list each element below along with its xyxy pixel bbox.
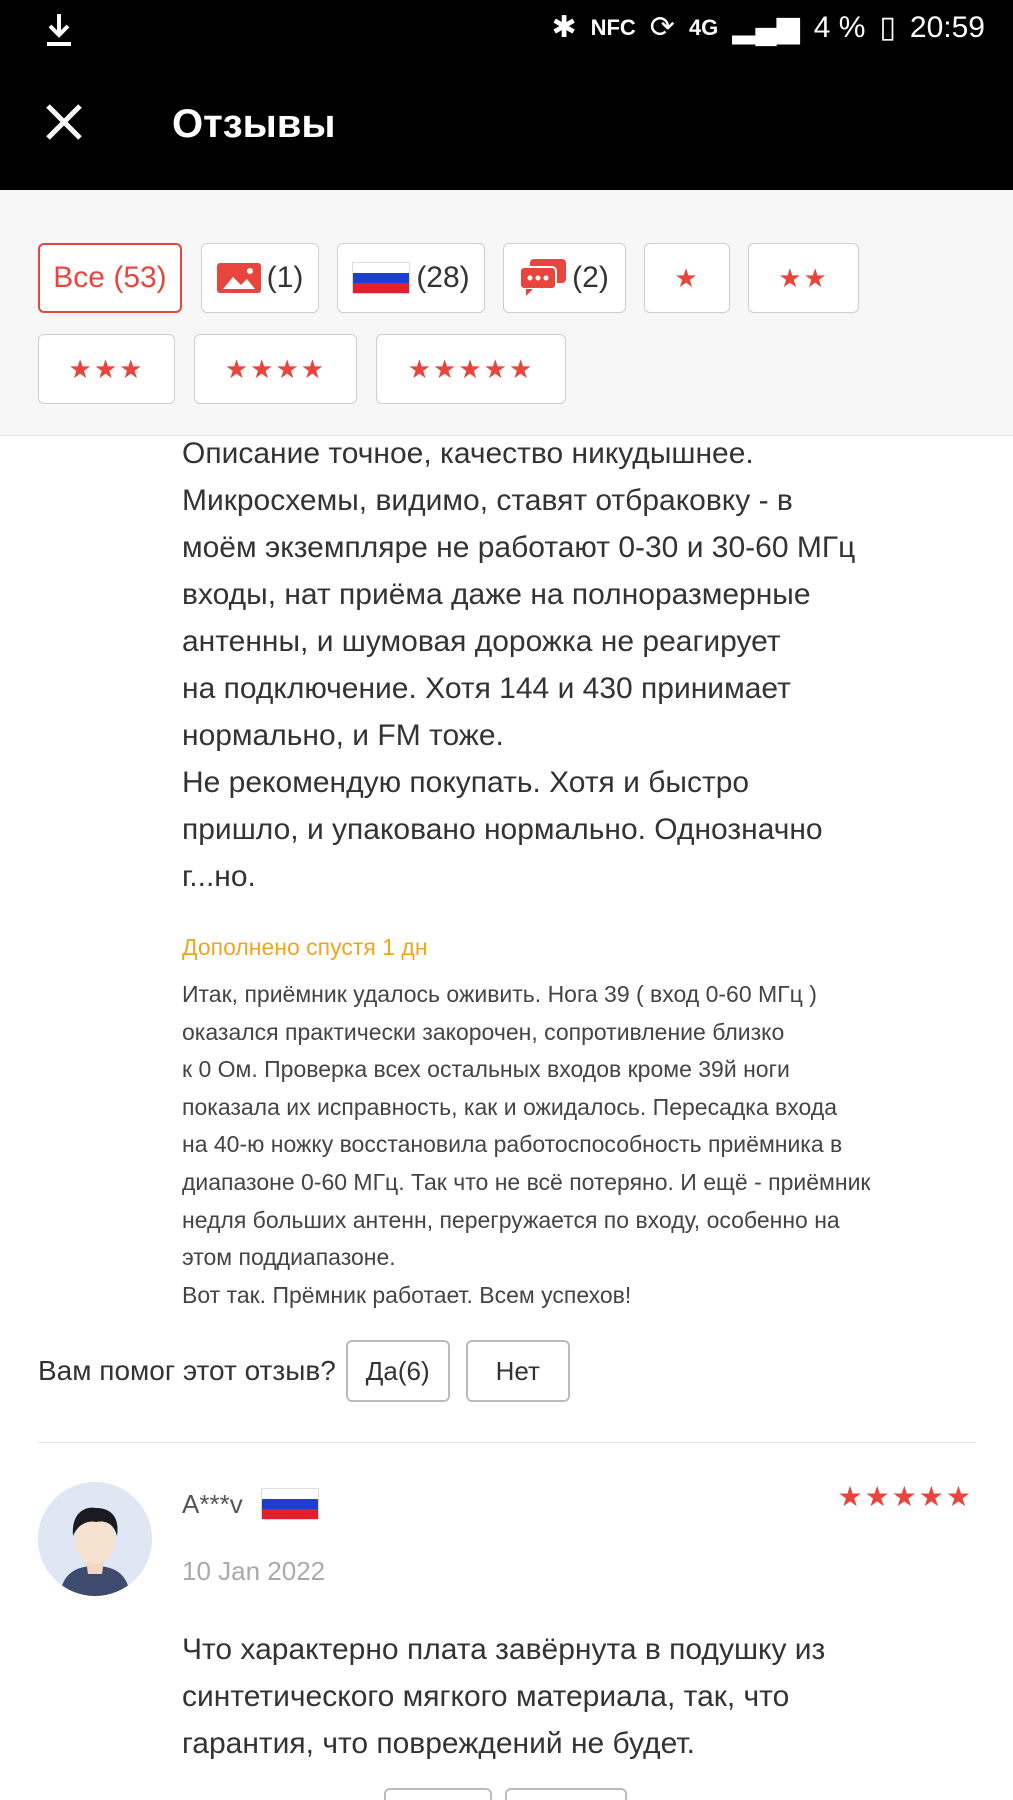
helpful-no-label: Нет bbox=[495, 1355, 540, 1386]
star-rating-icon: ★★★★ bbox=[224, 353, 327, 384]
filter-comments[interactable]: (2) bbox=[503, 243, 626, 313]
filter-photos-count: (1) bbox=[266, 261, 304, 294]
star-rating-icon: ★★ bbox=[778, 262, 829, 293]
helpful-yes-button[interactable]: Да(6) bbox=[345, 1340, 450, 1402]
review-filters: Все (53) (1) (28) (2) ★ ★★ ★★★ ★★★★ ★★★★… bbox=[0, 190, 1013, 436]
download-icon bbox=[47, 14, 71, 46]
photo-icon bbox=[216, 263, 261, 293]
divider bbox=[38, 1442, 976, 1443]
clock: 20:59 bbox=[909, 10, 985, 44]
filter-all[interactable]: Все (53) bbox=[38, 243, 182, 313]
russia-flag-icon bbox=[352, 262, 411, 294]
battery-level: 4 % bbox=[813, 10, 866, 44]
review-date: 10 Jan 2022 bbox=[182, 1556, 326, 1586]
filter-all-label: Все (53) bbox=[53, 261, 167, 294]
filter-country-count: (28) bbox=[416, 261, 470, 294]
bluetooth-icon: ✱ bbox=[551, 11, 577, 44]
russia-flag-icon bbox=[260, 1488, 319, 1520]
signal-icon: ▂▄▆ bbox=[732, 11, 800, 44]
user-avatar-icon bbox=[38, 1482, 152, 1596]
app-bar: Отзывы bbox=[0, 60, 1013, 190]
filter-photos[interactable]: (1) bbox=[201, 243, 319, 313]
filter-3-stars[interactable]: ★★★ bbox=[38, 334, 175, 404]
helpful-prompt: Вам помог этот отзыв? Да(6) Нет bbox=[38, 1340, 570, 1402]
review-addition-text: Итак, приёмник удалось оживить. Нога 39 … bbox=[182, 981, 871, 1308]
review-rating: ★★★★★ bbox=[837, 1481, 973, 1512]
avatar bbox=[38, 1482, 152, 1596]
star-rating-icon: ★★★ bbox=[68, 353, 145, 384]
helpful-yes-label: Да(6) bbox=[365, 1355, 430, 1386]
star-rating-icon: ★★★★★ bbox=[407, 353, 535, 384]
battery-icon: ▯ bbox=[879, 11, 896, 44]
review-text: Описание точное, качество никудышнее. Ми… bbox=[182, 437, 856, 893]
helpful-yes-button[interactable] bbox=[384, 1788, 492, 1800]
helpful-no-button[interactable]: Нет bbox=[465, 1340, 570, 1402]
network-type-icon: 4G bbox=[688, 14, 719, 40]
author-name: A***v bbox=[182, 1488, 243, 1519]
status-bar: ✱ NFC ⟳ 4G ▂▄▆ 4 % ▯ 20:59 bbox=[0, 0, 1013, 60]
filter-5-stars[interactable]: ★★★★★ bbox=[376, 334, 566, 404]
close-icon[interactable] bbox=[44, 102, 84, 142]
comments-icon bbox=[520, 259, 567, 296]
rotation-icon: ⟳ bbox=[649, 11, 675, 44]
reviews-list[interactable]: Описание точное, качество никудышнее. Ми… bbox=[0, 436, 1013, 1800]
helpful-no-button[interactable] bbox=[505, 1788, 627, 1800]
star-rating-icon: ★ bbox=[674, 262, 700, 293]
filter-2-stars[interactable]: ★★ bbox=[748, 243, 859, 313]
page-title: Отзывы bbox=[172, 102, 336, 146]
filter-comments-count: (2) bbox=[572, 261, 609, 294]
review-author: A***v bbox=[182, 1488, 319, 1520]
filter-1-star[interactable]: ★ bbox=[644, 243, 730, 313]
nfc-icon: NFC bbox=[590, 14, 636, 40]
filter-4-stars[interactable]: ★★★★ bbox=[194, 334, 357, 404]
review-text: Что характерно плата завёрнута в подушку… bbox=[182, 1633, 826, 1760]
filter-country[interactable]: (28) bbox=[337, 243, 485, 313]
helpful-question: Вам помог этот отзыв? bbox=[38, 1355, 336, 1386]
review-addition-label: Дополнено спустя 1 дн bbox=[182, 934, 428, 960]
